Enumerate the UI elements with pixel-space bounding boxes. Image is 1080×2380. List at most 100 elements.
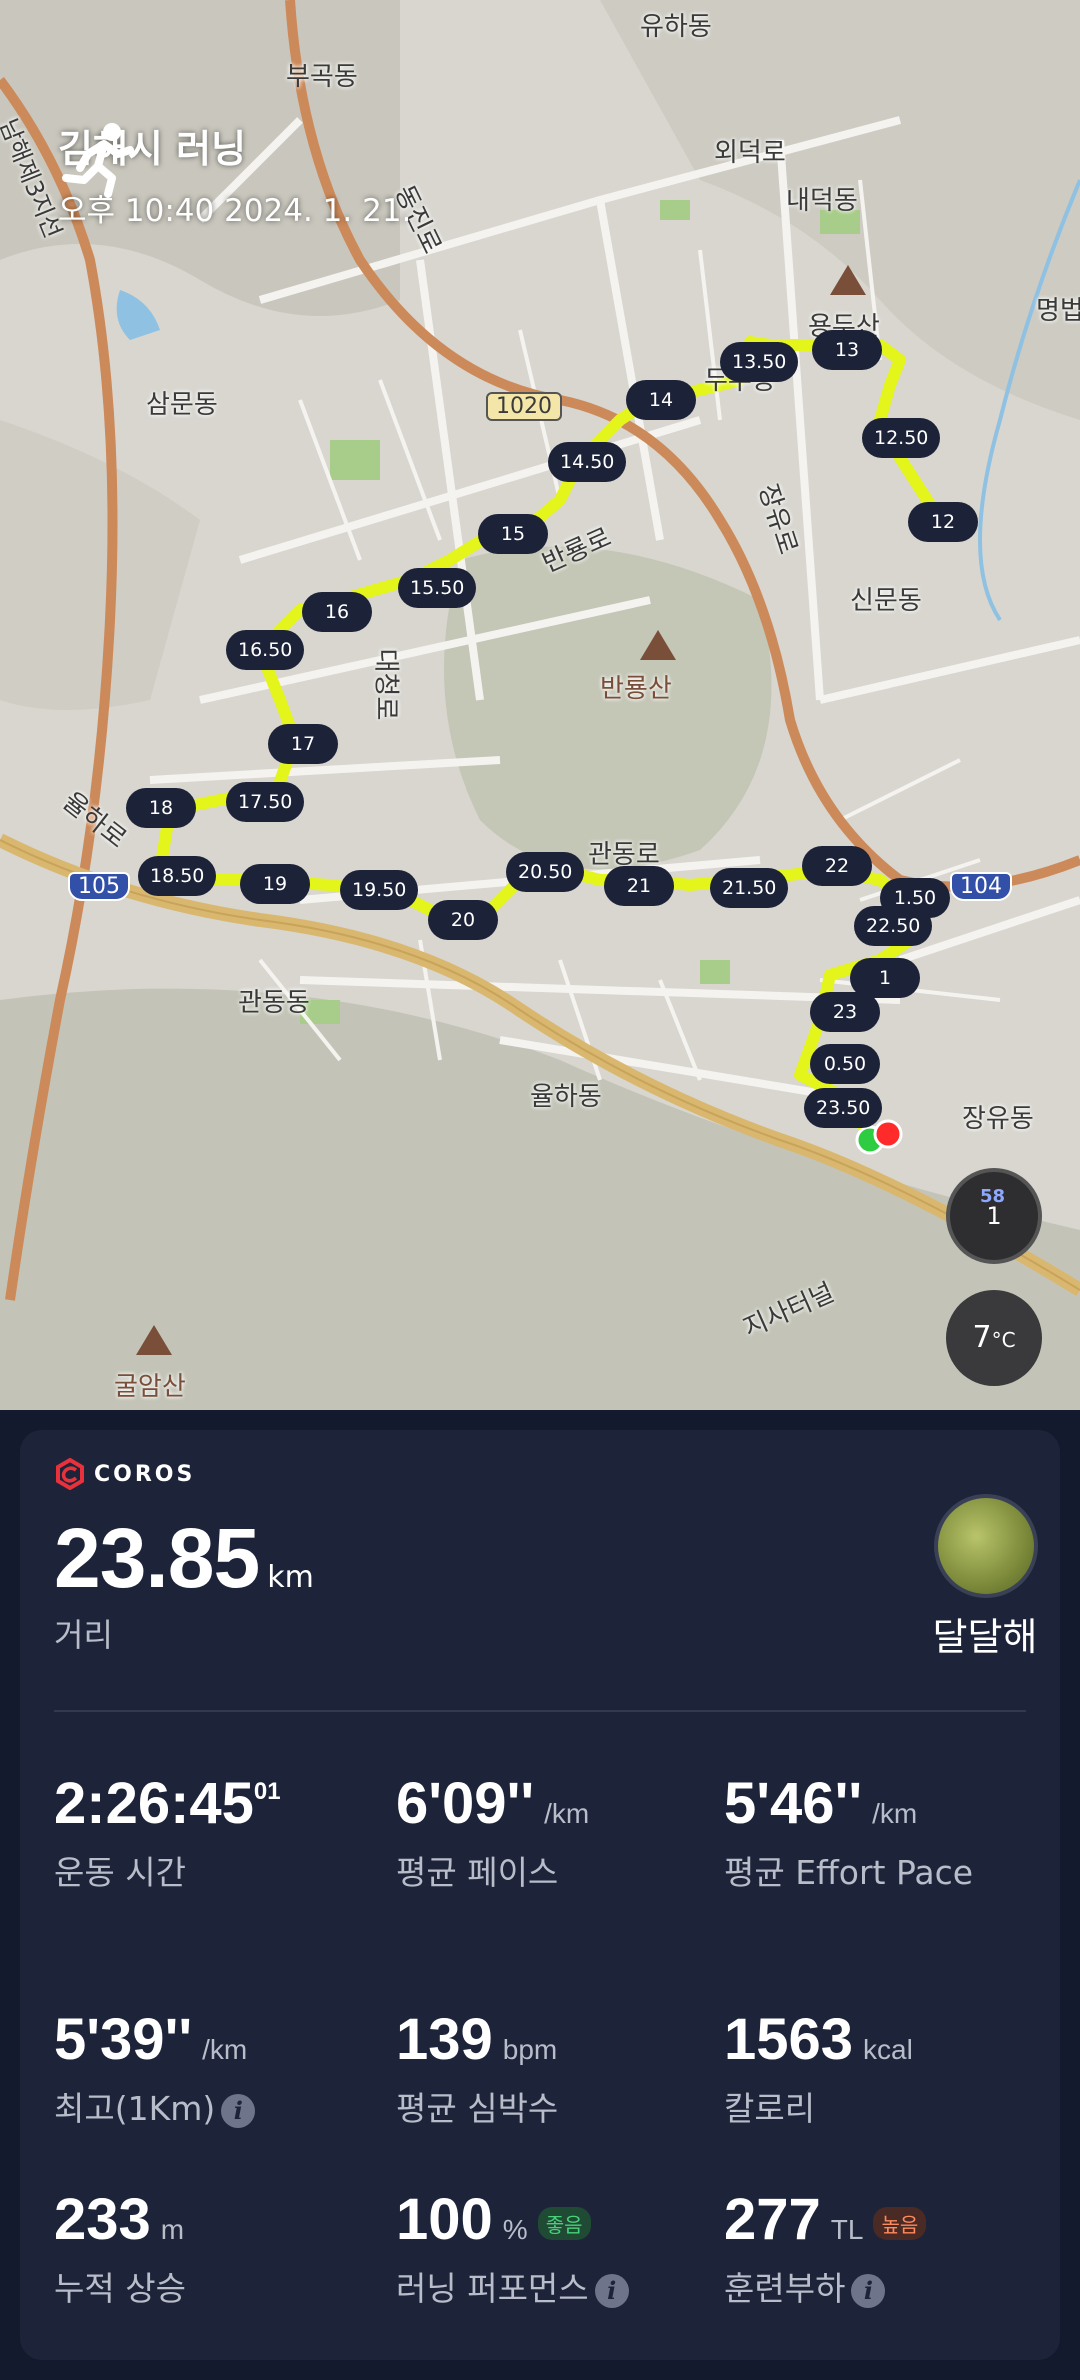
- km-marker: 15.50: [398, 568, 477, 608]
- stat-value: 277: [724, 2187, 821, 2252]
- km-marker: 15: [478, 514, 548, 554]
- stat-value: 2:26:45: [54, 1771, 254, 1836]
- stat-unit: %: [502, 2214, 528, 2245]
- route-map[interactable]: 유하동 부곡동 외덕로 내덕동 용두산 명법 삼문동 1020 두무동 장유로 …: [0, 0, 1080, 1410]
- stat-label: 러닝 퍼포먼스: [396, 2269, 589, 2308]
- highway-shield: 105: [68, 872, 130, 901]
- km-marker: 14.50: [548, 442, 627, 482]
- temperature-unit: °C: [991, 1328, 1016, 1352]
- training-load-status-badge: 높음: [873, 2207, 927, 2241]
- user-name: 달달해: [932, 1615, 1038, 1659]
- km-marker: 13: [812, 330, 882, 370]
- stat-duration: 2:26:4501 운동 시간: [54, 1770, 374, 1899]
- place-label: 부곡동: [286, 62, 358, 92]
- place-label: 굴암산: [114, 1372, 186, 1402]
- distance-value-block: 23.85 km: [54, 1510, 314, 1607]
- brand-name: COROS: [94, 1461, 196, 1487]
- stat-label: 평균 Effort Pace: [724, 1853, 974, 1892]
- stat-label: 칼로리: [724, 2089, 816, 2128]
- stat-value: 100: [396, 2187, 493, 2252]
- km-marker: 19.50: [340, 870, 419, 910]
- km-marker: 16.50: [226, 630, 305, 670]
- stat-label: 평균 심박수: [396, 2089, 559, 2128]
- place-label: 율하동: [530, 1082, 602, 1112]
- stat-value: 1563: [724, 2007, 854, 2072]
- km-marker: 20: [428, 900, 498, 940]
- stat-value: 5'46'': [724, 1771, 863, 1836]
- info-icon[interactable]: i: [851, 2273, 886, 2308]
- stat-value: 6'09'': [396, 1771, 535, 1836]
- stat-best-km: 5'39'' /km 최고(1Km) i: [54, 2006, 374, 2135]
- stat-label: 최고(1Km): [54, 2089, 216, 2128]
- stat-avg-heart-rate: 139 bpm 평균 심박수: [396, 2006, 716, 2135]
- km-marker: 21: [604, 866, 674, 906]
- distance-unit: km: [267, 1560, 314, 1595]
- highway-shield: 104: [950, 872, 1012, 901]
- distance-value: 23.85: [54, 1511, 260, 1605]
- km-marker: 22: [802, 846, 872, 886]
- km-marker: 21.50: [710, 868, 789, 908]
- stat-value: 139: [396, 2007, 493, 2072]
- place-label: 반룡산: [600, 674, 672, 704]
- stat-label: 누적 상승: [54, 2269, 186, 2308]
- stat-value-fraction: 01: [253, 1778, 281, 1805]
- info-icon[interactable]: i: [221, 2093, 256, 2128]
- place-label: 명법: [1036, 296, 1080, 326]
- activity-detail-page: 유하동 부곡동 외덕로 내덕동 용두산 명법 삼문동 1020 두무동 장유로 …: [0, 0, 1080, 2380]
- stat-effort-pace: 5'46'' /km 평균 Effort Pace: [724, 1770, 1024, 1899]
- km-marker: 18: [126, 788, 196, 828]
- km-marker: 22.50: [854, 906, 933, 946]
- place-label: 대청로: [370, 648, 401, 721]
- km-marker: 20.50: [506, 852, 585, 892]
- km-marker: 23: [810, 992, 880, 1032]
- stat-calories: 1563 kcal 칼로리: [724, 2006, 1044, 2135]
- km-marker: 17: [268, 724, 338, 764]
- stat-unit: /km: [544, 1798, 590, 1829]
- avatar[interactable]: [934, 1494, 1038, 1598]
- stat-unit: m: [160, 2214, 185, 2245]
- stat-label: 운동 시간: [54, 1853, 186, 1892]
- road-number-badge: 1020: [486, 392, 562, 421]
- km-marker: 17.50: [226, 782, 305, 822]
- km-marker: 12: [908, 502, 978, 542]
- stat-elevation-gain: 233 m 누적 상승: [54, 2186, 374, 2315]
- km-marker: 19: [240, 864, 310, 904]
- divider: [54, 1710, 1026, 1712]
- stat-label: 평균 페이스: [396, 1853, 559, 1892]
- stat-unit: /km: [872, 1798, 918, 1829]
- place-label: 외덕로: [714, 138, 786, 168]
- km-marker: 18.50: [138, 856, 217, 896]
- coros-logo-icon: [56, 1458, 84, 1490]
- stat-unit: TL: [830, 2214, 864, 2245]
- stat-unit: kcal: [863, 2034, 913, 2065]
- km-marker: 16: [302, 592, 372, 632]
- place-label: 내덕동: [786, 186, 858, 216]
- compass-value: 1: [986, 1202, 1002, 1230]
- distance-label: 거리: [54, 1616, 113, 1654]
- performance-status-badge: 좋음: [537, 2207, 591, 2241]
- stat-avg-pace: 6'09'' /km 평균 페이스: [396, 1770, 716, 1899]
- km-marker: 13.50: [720, 342, 799, 382]
- km-marker: 23.50: [804, 1088, 883, 1128]
- stat-training-load: 277 TL 높음 훈련부하 i: [724, 2186, 1044, 2315]
- place-label: 관동동: [238, 988, 310, 1018]
- running-icon: [62, 123, 134, 198]
- place-label: 신문동: [850, 586, 922, 616]
- place-label: 삼문동: [146, 390, 218, 420]
- stat-running-performance: 100% 좋음 러닝 퍼포먼스 i: [396, 2186, 716, 2315]
- stat-unit: /km: [202, 2034, 248, 2065]
- stat-value: 5'39'': [54, 2007, 193, 2072]
- info-icon[interactable]: i: [594, 2273, 629, 2308]
- km-marker: 0.50: [810, 1044, 880, 1084]
- compass-button[interactable]: 58 1: [946, 1168, 1042, 1264]
- stat-label: 훈련부하: [724, 2269, 846, 2308]
- place-label: 유하동: [640, 12, 712, 42]
- km-marker: 12.50: [862, 418, 941, 458]
- stat-value: 233: [54, 2187, 151, 2252]
- stat-unit: bpm: [502, 2034, 558, 2065]
- activity-header: 김해시 러닝 오후 10:40 2024. 1. 21.: [58, 118, 411, 230]
- summary-card: COROS 23.85 km 거리 달달해 2:26:4501 운동 시간 6'0…: [20, 1430, 1060, 2360]
- brand-logo: COROS: [54, 1458, 195, 1490]
- place-label: 장유동: [962, 1104, 1034, 1134]
- temperature-value: 7: [972, 1320, 992, 1355]
